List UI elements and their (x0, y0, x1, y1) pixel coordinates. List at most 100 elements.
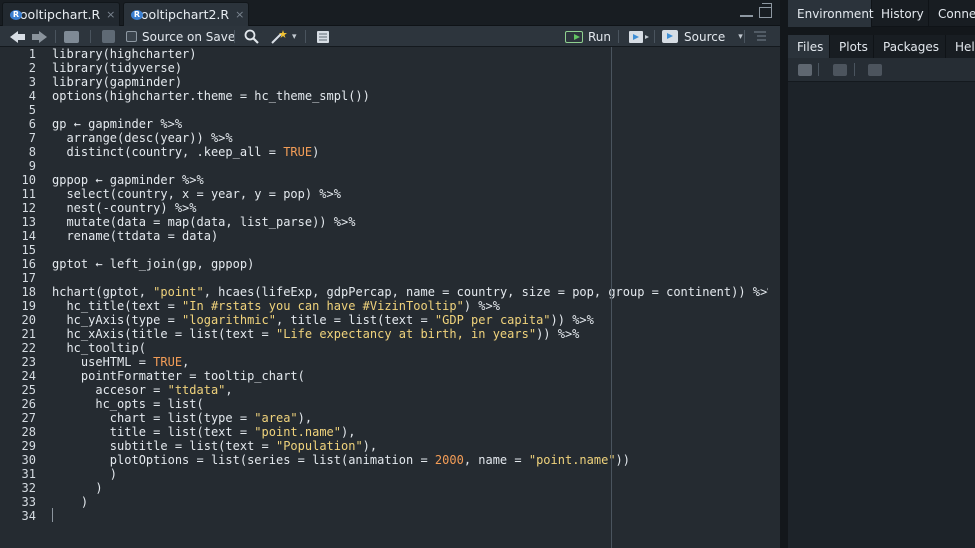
source-editor-pane: tooltipchart.R × tooltipchart2.R × Sourc… (0, 0, 780, 548)
source-button[interactable]: Source ▾ (662, 28, 743, 45)
line-number: 22 (21, 341, 36, 355)
rerun-button[interactable] (628, 28, 650, 45)
toolbar-divider (90, 30, 91, 43)
tab-label: History (881, 6, 924, 21)
code-line: library(tidyverse) (52, 61, 183, 75)
code-line: mutate(data = map(data, list_parse)) %>% (52, 215, 356, 229)
vertical-scrollbar[interactable] (768, 47, 780, 548)
minimize-icon[interactable] (740, 7, 753, 17)
line-number: 9 (28, 159, 36, 173)
tab-connections[interactable]: Connections (929, 0, 975, 27)
tab-label: Files (797, 40, 824, 54)
checkbox-icon[interactable] (126, 31, 137, 42)
line-number: 6 (28, 117, 36, 131)
tab-help[interactable]: Help (946, 35, 975, 59)
code-line: nest(-country) %>% (52, 201, 197, 215)
notebook-icon (317, 30, 329, 43)
code-line: pointFormatter = tooltip_chart( (52, 369, 305, 383)
tab-environment[interactable]: Environment (788, 0, 874, 27)
magic-wand-icon (271, 30, 287, 44)
tab-label: Connections (938, 6, 975, 21)
line-number: 23 (21, 355, 36, 369)
line-number: 13 (21, 215, 36, 229)
document-outline-button[interactable] (753, 28, 767, 45)
search-icon (244, 29, 259, 44)
tab-tooltipchart2[interactable]: tooltipchart2.R × (123, 2, 249, 26)
zoom-icon[interactable] (868, 64, 882, 76)
pane-divider (788, 27, 975, 35)
show-in-new-window-button[interactable] (64, 28, 79, 45)
editor-toolbar: Source on Save ▾ Run Source ▾ (0, 26, 780, 47)
line-number: 19 (21, 299, 36, 313)
pane-splitter[interactable] (780, 0, 788, 548)
tab-label: tooltipchart.R (15, 7, 101, 22)
source-on-save-toggle[interactable]: Source on Save (126, 28, 235, 45)
line-number: 15 (21, 243, 36, 257)
code-area[interactable]: library(highcharter) library(tidyverse) li… (52, 47, 774, 548)
toolbar-divider (305, 30, 306, 43)
tab-label: Environment (797, 6, 874, 21)
tab-label: Plots (839, 40, 868, 54)
line-number: 27 (21, 411, 36, 425)
chevron-down-icon[interactable]: ▾ (738, 32, 743, 42)
find-replace-button[interactable] (244, 28, 259, 45)
arrow-right-icon (31, 30, 47, 44)
close-icon[interactable]: × (106, 8, 115, 21)
line-number: 20 (21, 313, 36, 327)
tab-packages[interactable]: Packages (874, 35, 946, 59)
window-controls (740, 3, 772, 18)
outline-icon (754, 31, 766, 41)
tab-history[interactable]: History (872, 0, 929, 27)
line-number: 14 (21, 229, 36, 243)
toolbar-divider (654, 30, 655, 43)
code-line: distinct(country, .keep_all = TRUE) (52, 145, 320, 159)
code-line: title = list(text = "point.name"), (52, 425, 356, 439)
maximize-icon[interactable] (759, 3, 772, 18)
code-line: library(highcharter) (52, 47, 197, 61)
line-number: 26 (21, 397, 36, 411)
compile-report-button[interactable] (316, 28, 330, 45)
line-number: 33 (21, 495, 36, 509)
toolbar-divider (234, 30, 235, 43)
tab-files[interactable]: Files (788, 35, 830, 59)
line-number: 25 (21, 383, 36, 397)
line-number: 34 (21, 509, 36, 523)
close-icon[interactable]: × (235, 8, 244, 21)
forward-button[interactable] (31, 28, 47, 45)
toolbar-divider (818, 63, 819, 76)
tab-tooltipchart[interactable]: tooltipchart.R × (2, 2, 120, 26)
line-number: 17 (21, 271, 36, 285)
run-button[interactable]: Run (565, 28, 611, 45)
broom-icon[interactable] (833, 64, 847, 76)
line-number: 4 (28, 89, 36, 103)
arrow-left-icon (10, 30, 26, 44)
tab-plots[interactable]: Plots (830, 35, 874, 59)
environment-tab-bar: Environment History Connections (788, 0, 975, 27)
plots-toolbar (788, 58, 975, 82)
plots-viewer (788, 82, 975, 548)
source-label: Source (684, 29, 726, 44)
toolbar-divider (618, 30, 619, 43)
code-line: useHTML = TRUE, (52, 355, 190, 369)
code-line: chart = list(type = "area"), (52, 411, 313, 425)
line-number: 29 (21, 439, 36, 453)
line-number: 3 (28, 75, 36, 89)
delete-plot-icon[interactable] (798, 64, 812, 76)
code-line: hc_xAxis(title = list(text = "Life expec… (52, 327, 580, 341)
toolbar-divider (744, 30, 745, 43)
new-window-icon (64, 30, 79, 43)
line-number: 16 (21, 257, 36, 271)
tab-label: Packages (883, 40, 939, 54)
run-icon (565, 30, 583, 43)
code-tools-button[interactable]: ▾ (270, 28, 297, 45)
right-pane: Environment History Connections Files Pl… (788, 0, 975, 548)
line-number-gutter: 1 2 3 4 5 6 7 8 9 10 11 12 13 14 15 16 17 18 19 20 21 22 23 24 2… (0, 47, 48, 548)
save-button[interactable] (102, 28, 115, 45)
line-number: 11 (21, 187, 36, 201)
line-number: 28 (21, 425, 36, 439)
line-number: 1 (28, 47, 36, 61)
code-line: subtitle = list(text = "Population"), (52, 439, 378, 453)
code-line: hc_opts = list( (52, 397, 204, 411)
source-icon (662, 30, 678, 43)
back-button[interactable] (10, 28, 26, 45)
